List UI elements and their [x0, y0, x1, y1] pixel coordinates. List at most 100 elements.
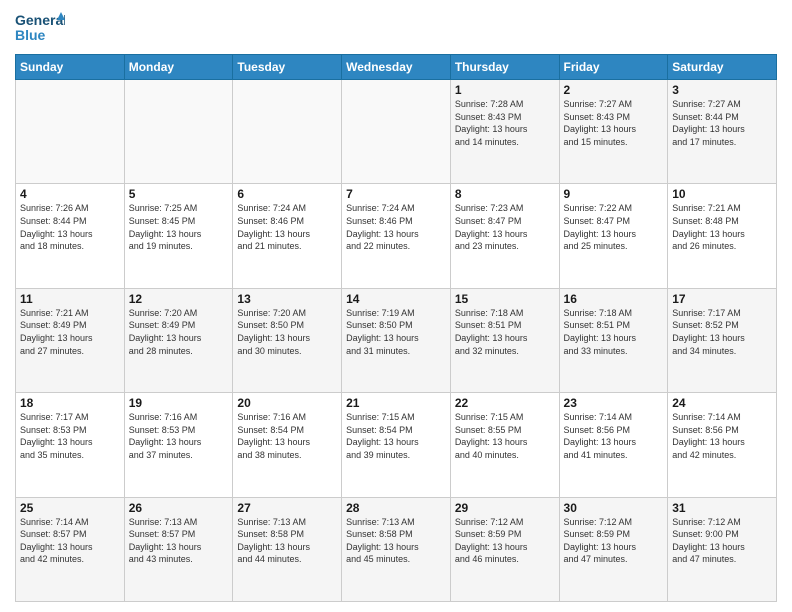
- day-info: Sunrise: 7:20 AM Sunset: 8:50 PM Dayligh…: [237, 307, 337, 357]
- day-number: 15: [455, 292, 555, 306]
- calendar-header-row: SundayMondayTuesdayWednesdayThursdayFrid…: [16, 55, 777, 80]
- day-info: Sunrise: 7:16 AM Sunset: 8:54 PM Dayligh…: [237, 411, 337, 461]
- day-info: Sunrise: 7:12 AM Sunset: 9:00 PM Dayligh…: [672, 516, 772, 566]
- calendar-cell: 9Sunrise: 7:22 AM Sunset: 8:47 PM Daylig…: [559, 184, 668, 288]
- day-number: 18: [20, 396, 120, 410]
- day-number: 28: [346, 501, 446, 515]
- day-info: Sunrise: 7:21 AM Sunset: 8:48 PM Dayligh…: [672, 202, 772, 252]
- calendar-cell: 27Sunrise: 7:13 AM Sunset: 8:58 PM Dayli…: [233, 497, 342, 601]
- day-info: Sunrise: 7:20 AM Sunset: 8:49 PM Dayligh…: [129, 307, 229, 357]
- calendar-cell: 12Sunrise: 7:20 AM Sunset: 8:49 PM Dayli…: [124, 288, 233, 392]
- day-number: 5: [129, 187, 229, 201]
- day-info: Sunrise: 7:23 AM Sunset: 8:47 PM Dayligh…: [455, 202, 555, 252]
- day-number: 19: [129, 396, 229, 410]
- week-row-2: 4Sunrise: 7:26 AM Sunset: 8:44 PM Daylig…: [16, 184, 777, 288]
- calendar-cell: [342, 80, 451, 184]
- calendar-cell: 3Sunrise: 7:27 AM Sunset: 8:44 PM Daylig…: [668, 80, 777, 184]
- calendar-cell: [16, 80, 125, 184]
- col-header-tuesday: Tuesday: [233, 55, 342, 80]
- calendar-cell: 4Sunrise: 7:26 AM Sunset: 8:44 PM Daylig…: [16, 184, 125, 288]
- logo-svg: General Blue: [15, 10, 65, 48]
- week-row-1: 1Sunrise: 7:28 AM Sunset: 8:43 PM Daylig…: [16, 80, 777, 184]
- day-number: 7: [346, 187, 446, 201]
- day-number: 20: [237, 396, 337, 410]
- day-info: Sunrise: 7:27 AM Sunset: 8:43 PM Dayligh…: [564, 98, 664, 148]
- day-info: Sunrise: 7:27 AM Sunset: 8:44 PM Dayligh…: [672, 98, 772, 148]
- calendar-cell: 2Sunrise: 7:27 AM Sunset: 8:43 PM Daylig…: [559, 80, 668, 184]
- day-info: Sunrise: 7:12 AM Sunset: 8:59 PM Dayligh…: [564, 516, 664, 566]
- day-number: 25: [20, 501, 120, 515]
- calendar-cell: 6Sunrise: 7:24 AM Sunset: 8:46 PM Daylig…: [233, 184, 342, 288]
- day-number: 27: [237, 501, 337, 515]
- day-info: Sunrise: 7:26 AM Sunset: 8:44 PM Dayligh…: [20, 202, 120, 252]
- calendar-cell: 31Sunrise: 7:12 AM Sunset: 9:00 PM Dayli…: [668, 497, 777, 601]
- day-info: Sunrise: 7:19 AM Sunset: 8:50 PM Dayligh…: [346, 307, 446, 357]
- col-header-thursday: Thursday: [450, 55, 559, 80]
- day-info: Sunrise: 7:13 AM Sunset: 8:57 PM Dayligh…: [129, 516, 229, 566]
- svg-text:Blue: Blue: [15, 27, 46, 43]
- col-header-friday: Friday: [559, 55, 668, 80]
- day-number: 31: [672, 501, 772, 515]
- calendar-cell: 10Sunrise: 7:21 AM Sunset: 8:48 PM Dayli…: [668, 184, 777, 288]
- day-info: Sunrise: 7:13 AM Sunset: 8:58 PM Dayligh…: [346, 516, 446, 566]
- calendar-cell: 20Sunrise: 7:16 AM Sunset: 8:54 PM Dayli…: [233, 393, 342, 497]
- header: General Blue: [15, 10, 777, 48]
- day-number: 3: [672, 83, 772, 97]
- calendar-cell: [233, 80, 342, 184]
- calendar-cell: [124, 80, 233, 184]
- day-info: Sunrise: 7:18 AM Sunset: 8:51 PM Dayligh…: [455, 307, 555, 357]
- calendar-cell: 18Sunrise: 7:17 AM Sunset: 8:53 PM Dayli…: [16, 393, 125, 497]
- day-info: Sunrise: 7:16 AM Sunset: 8:53 PM Dayligh…: [129, 411, 229, 461]
- day-number: 2: [564, 83, 664, 97]
- col-header-sunday: Sunday: [16, 55, 125, 80]
- day-number: 10: [672, 187, 772, 201]
- calendar-cell: 14Sunrise: 7:19 AM Sunset: 8:50 PM Dayli…: [342, 288, 451, 392]
- day-info: Sunrise: 7:17 AM Sunset: 8:52 PM Dayligh…: [672, 307, 772, 357]
- day-number: 12: [129, 292, 229, 306]
- day-info: Sunrise: 7:15 AM Sunset: 8:54 PM Dayligh…: [346, 411, 446, 461]
- calendar-cell: 15Sunrise: 7:18 AM Sunset: 8:51 PM Dayli…: [450, 288, 559, 392]
- calendar-cell: 13Sunrise: 7:20 AM Sunset: 8:50 PM Dayli…: [233, 288, 342, 392]
- day-number: 9: [564, 187, 664, 201]
- day-number: 30: [564, 501, 664, 515]
- day-number: 8: [455, 187, 555, 201]
- day-number: 24: [672, 396, 772, 410]
- day-info: Sunrise: 7:14 AM Sunset: 8:56 PM Dayligh…: [672, 411, 772, 461]
- calendar-cell: 22Sunrise: 7:15 AM Sunset: 8:55 PM Dayli…: [450, 393, 559, 497]
- day-info: Sunrise: 7:24 AM Sunset: 8:46 PM Dayligh…: [346, 202, 446, 252]
- calendar-cell: 17Sunrise: 7:17 AM Sunset: 8:52 PM Dayli…: [668, 288, 777, 392]
- calendar-cell: 8Sunrise: 7:23 AM Sunset: 8:47 PM Daylig…: [450, 184, 559, 288]
- day-number: 17: [672, 292, 772, 306]
- calendar-cell: 1Sunrise: 7:28 AM Sunset: 8:43 PM Daylig…: [450, 80, 559, 184]
- calendar-cell: 7Sunrise: 7:24 AM Sunset: 8:46 PM Daylig…: [342, 184, 451, 288]
- day-number: 11: [20, 292, 120, 306]
- day-info: Sunrise: 7:14 AM Sunset: 8:57 PM Dayligh…: [20, 516, 120, 566]
- day-number: 1: [455, 83, 555, 97]
- day-info: Sunrise: 7:18 AM Sunset: 8:51 PM Dayligh…: [564, 307, 664, 357]
- day-number: 22: [455, 396, 555, 410]
- day-number: 16: [564, 292, 664, 306]
- calendar-cell: 11Sunrise: 7:21 AM Sunset: 8:49 PM Dayli…: [16, 288, 125, 392]
- calendar-cell: 23Sunrise: 7:14 AM Sunset: 8:56 PM Dayli…: [559, 393, 668, 497]
- day-info: Sunrise: 7:28 AM Sunset: 8:43 PM Dayligh…: [455, 98, 555, 148]
- day-number: 21: [346, 396, 446, 410]
- calendar-cell: 5Sunrise: 7:25 AM Sunset: 8:45 PM Daylig…: [124, 184, 233, 288]
- col-header-saturday: Saturday: [668, 55, 777, 80]
- calendar-table: SundayMondayTuesdayWednesdayThursdayFrid…: [15, 54, 777, 602]
- col-header-wednesday: Wednesday: [342, 55, 451, 80]
- calendar-cell: 26Sunrise: 7:13 AM Sunset: 8:57 PM Dayli…: [124, 497, 233, 601]
- calendar-cell: 30Sunrise: 7:12 AM Sunset: 8:59 PM Dayli…: [559, 497, 668, 601]
- day-info: Sunrise: 7:14 AM Sunset: 8:56 PM Dayligh…: [564, 411, 664, 461]
- day-number: 29: [455, 501, 555, 515]
- day-info: Sunrise: 7:24 AM Sunset: 8:46 PM Dayligh…: [237, 202, 337, 252]
- day-number: 23: [564, 396, 664, 410]
- day-number: 14: [346, 292, 446, 306]
- day-info: Sunrise: 7:15 AM Sunset: 8:55 PM Dayligh…: [455, 411, 555, 461]
- col-header-monday: Monday: [124, 55, 233, 80]
- calendar-cell: 29Sunrise: 7:12 AM Sunset: 8:59 PM Dayli…: [450, 497, 559, 601]
- day-info: Sunrise: 7:22 AM Sunset: 8:47 PM Dayligh…: [564, 202, 664, 252]
- day-number: 6: [237, 187, 337, 201]
- calendar-cell: 25Sunrise: 7:14 AM Sunset: 8:57 PM Dayli…: [16, 497, 125, 601]
- day-info: Sunrise: 7:17 AM Sunset: 8:53 PM Dayligh…: [20, 411, 120, 461]
- day-number: 26: [129, 501, 229, 515]
